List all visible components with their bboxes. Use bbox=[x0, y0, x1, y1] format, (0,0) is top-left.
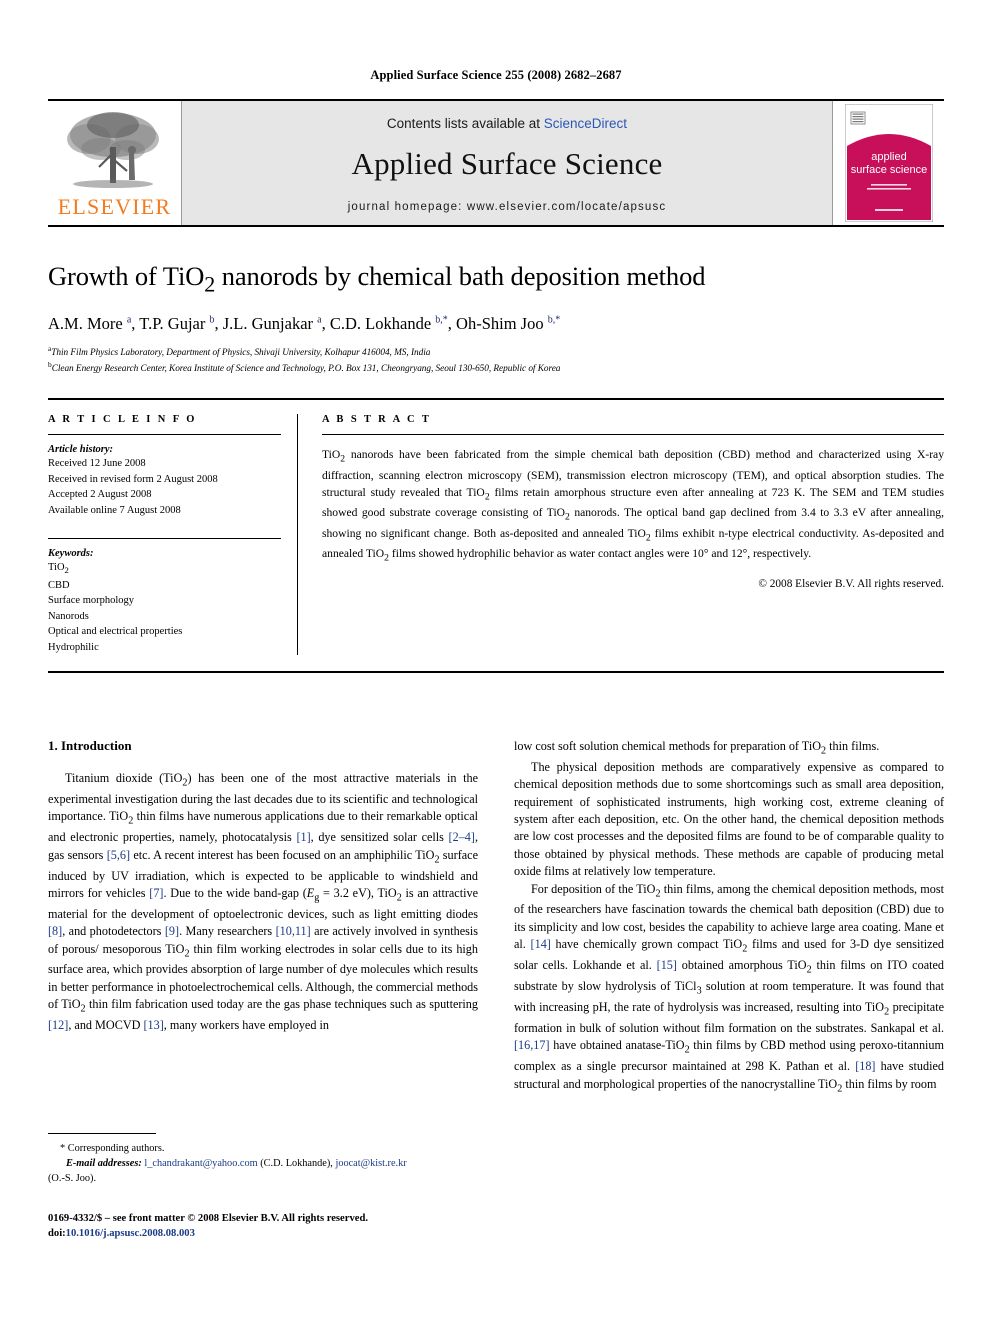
history-item: Available online 7 August 2008 bbox=[48, 504, 181, 516]
keywords-divider bbox=[48, 538, 281, 540]
page-title: Growth of TiO2 nanorods by chemical bath… bbox=[48, 261, 706, 297]
doi-label: doi: bbox=[48, 1228, 66, 1240]
keyword-item: Optical and electrical properties bbox=[48, 626, 183, 638]
citation-ref[interactable]: [9] bbox=[165, 924, 179, 938]
abstract-divider bbox=[322, 434, 944, 436]
citation-ref[interactable]: [14] bbox=[531, 937, 551, 951]
svg-text:applied: applied bbox=[871, 151, 906, 163]
keyword-item: CBD bbox=[48, 579, 70, 591]
asterisk-icon: * bbox=[60, 1143, 66, 1154]
masthead-center: Contents lists available at ScienceDirec… bbox=[182, 101, 832, 225]
keyword-item: Surface morphology bbox=[48, 595, 135, 607]
keywords-label: Keywords: bbox=[48, 548, 94, 560]
info-divider bbox=[48, 434, 281, 436]
keyword-item: Hydrophilic bbox=[48, 641, 99, 653]
citation-ref[interactable]: [1] bbox=[296, 830, 310, 844]
doi-line: doi:10.1016/j.apsusc.2008.08.003 bbox=[48, 1226, 518, 1241]
article-info-heading: A R T I C L E I N F O bbox=[48, 414, 197, 426]
journal-title: Applied Surface Science bbox=[351, 145, 663, 181]
email-link-1[interactable]: l_chandrakant@yahoo.com bbox=[144, 1158, 257, 1169]
citation-ref[interactable]: [2–4] bbox=[449, 830, 475, 844]
email-link-2[interactable]: joocat@kist.re.kr bbox=[335, 1158, 406, 1169]
contents-available-line: Contents lists available at ScienceDirec… bbox=[387, 116, 627, 131]
footnote-text: * Corresponding authors. E-mail addresse… bbox=[48, 1141, 478, 1186]
author-list: A.M. More a, T.P. Gujar b, J.L. Gunjakar… bbox=[48, 314, 561, 334]
page-footer: 0169-4332/$ – see front matter © 2008 El… bbox=[48, 1211, 518, 1241]
info-abstract-band: A R T I C L E I N F O Article history: R… bbox=[48, 398, 944, 674]
citation-ref[interactable]: [5,6] bbox=[107, 848, 130, 862]
svg-text:surface science: surface science bbox=[850, 164, 926, 176]
keyword-item: Nanorods bbox=[48, 610, 89, 622]
doi-link[interactable]: 10.1016/j.apsusc.2008.08.003 bbox=[66, 1228, 195, 1239]
citation-ref[interactable]: [7] bbox=[149, 886, 163, 900]
citation-ref[interactable]: [10,11] bbox=[276, 924, 311, 938]
citation-ref[interactable]: [13] bbox=[143, 1018, 163, 1032]
corresponding-line: * Corresponding authors. bbox=[48, 1141, 478, 1156]
body-column-right: low cost soft solution chemical methods … bbox=[514, 738, 944, 1097]
intro-paragraph-3: For deposition of the TiO2 thin films, a… bbox=[514, 881, 945, 1095]
email-owner-1: (C.D. Lokhande), bbox=[260, 1158, 333, 1170]
abstract-column: A B S T R A C T TiO2 nanorods have been … bbox=[298, 414, 944, 655]
sciencedirect-link[interactable]: ScienceDirect bbox=[544, 116, 627, 131]
elsevier-wordmark: ELSEVIER bbox=[57, 193, 172, 219]
affiliation-b: bClean Energy Research Center, Korea Ins… bbox=[48, 360, 561, 375]
body-column-left: 1. Introduction Titanium dioxide (TiO2) … bbox=[48, 738, 478, 1097]
body-columns: 1. Introduction Titanium dioxide (TiO2) … bbox=[48, 738, 944, 1097]
citation-ref[interactable]: [18] bbox=[855, 1059, 875, 1073]
journal-cover-block: applied surface science bbox=[832, 101, 944, 225]
abstract-text: TiO2 nanorods have been fabricated from … bbox=[322, 448, 944, 564]
affiliation-a: aThin Film Physics Laboratory, Departmen… bbox=[48, 343, 431, 358]
citation-ref[interactable]: [12] bbox=[48, 1018, 68, 1032]
citation-ref[interactable]: [16,17] bbox=[514, 1038, 550, 1052]
article-history-label: Article history: bbox=[48, 444, 114, 456]
keyword-item: TiO2 bbox=[48, 562, 69, 576]
citation-ref[interactable]: [15] bbox=[657, 958, 677, 972]
email-label: E-mail addresses: bbox=[66, 1158, 142, 1170]
email-line: E-mail addresses: l_chandrakant@yahoo.co… bbox=[48, 1156, 478, 1171]
email-owner-2: (O.-S. Joo). bbox=[48, 1173, 97, 1185]
history-item: Received in revised form 2 August 2008 bbox=[48, 473, 218, 485]
title-block: Growth of TiO2 nanorods by chemical bath… bbox=[48, 261, 944, 376]
footnote-divider bbox=[48, 1133, 156, 1134]
journal-homepage-link[interactable]: journal homepage: www.elsevier.com/locat… bbox=[348, 201, 667, 213]
corresponding-author-footnote: * Corresponding authors. E-mail addresse… bbox=[48, 1133, 478, 1186]
paper-page: Applied Surface Science 255 (2008) 2682–… bbox=[0, 0, 992, 1323]
intro-paragraph-1-continued: low cost soft solution chemical methods … bbox=[514, 739, 880, 757]
corresponding-label: Corresponding authors. bbox=[67, 1143, 165, 1154]
journal-cover-thumbnail: applied surface science bbox=[844, 104, 933, 222]
keywords-block: Keywords: TiO2 CBD Surface morphology Na… bbox=[48, 538, 281, 655]
abstract-copyright: © 2008 Elsevier B.V. All rights reserved… bbox=[758, 577, 944, 590]
elsevier-logo-block: ELSEVIER bbox=[48, 101, 182, 225]
running-head: Applied Surface Science 255 (2008) 2682–… bbox=[370, 68, 622, 82]
contents-prefix: Contents lists available at bbox=[386, 115, 541, 131]
issn-line: 0169-4332/$ – see front matter © 2008 El… bbox=[48, 1213, 368, 1224]
abstract-heading: A B S T R A C T bbox=[322, 414, 432, 426]
journal-masthead: ELSEVIER Contents lists available at Sci… bbox=[48, 99, 944, 227]
section-title-introduction: 1. Introduction bbox=[48, 738, 132, 753]
history-item: Received 12 June 2008 bbox=[48, 458, 146, 470]
elsevier-tree-icon bbox=[66, 111, 159, 188]
article-info-column: A R T I C L E I N F O Article history: R… bbox=[48, 414, 298, 656]
intro-paragraph-2: The physical deposition methods are comp… bbox=[514, 759, 944, 879]
history-item: Accepted 2 August 2008 bbox=[48, 489, 152, 501]
citation-ref[interactable]: [8] bbox=[48, 924, 62, 938]
intro-paragraph-1: Titanium dioxide (TiO2) has been one of … bbox=[48, 771, 478, 1033]
